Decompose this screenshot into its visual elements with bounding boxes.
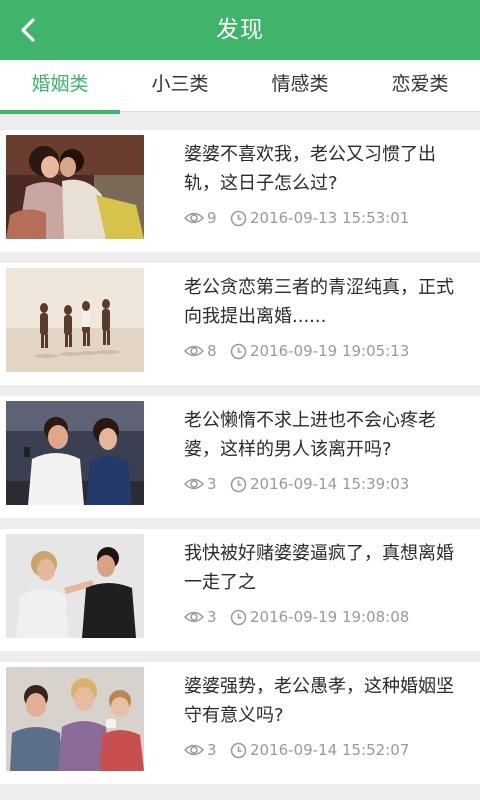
view-count-value: 8	[207, 342, 217, 360]
eye-icon	[184, 611, 204, 623]
article-title: 老公懒惰不求上进也不会心疼老婆，这样的男人该离开吗?	[184, 410, 436, 460]
article-title: 婆婆强势，老公愚孝，这种婚姻坚守有意义吗?	[184, 676, 454, 726]
publish-time-value: 2016-09-13 15:53:01	[250, 209, 410, 227]
publish-time-value: 2016-09-19 19:05:13	[250, 342, 410, 360]
clock-icon	[230, 476, 247, 492]
eye-icon	[184, 478, 204, 490]
clock-icon	[230, 742, 247, 758]
article-card[interactable]: 婆婆强势，老公愚孝，这种婚姻坚守有意义吗? 3 2016-09-14 15:52…	[0, 662, 480, 784]
view-count: 3	[184, 741, 230, 759]
category-tabs: 婚姻类 小三类 情感类 恋爱类	[0, 60, 480, 114]
article-title: 婆婆不喜欢我，老公又习惯了出轨，这日子怎么过?	[184, 144, 436, 194]
couple-kissing-photo	[6, 135, 144, 239]
publish-time: 2016-09-14 15:52:07	[230, 741, 409, 759]
view-count: 3	[184, 475, 230, 493]
publish-time-value: 2016-09-14 15:39:03	[250, 475, 410, 493]
tab-mistress[interactable]: 小三类	[120, 60, 240, 111]
view-count-value: 3	[207, 741, 217, 759]
view-count-value: 3	[207, 475, 217, 493]
publish-time: 2016-09-14 15:39:03	[230, 475, 409, 493]
tab-marriage[interactable]: 婚姻类	[0, 60, 120, 114]
page-title: 发现	[216, 17, 264, 43]
view-count-value: 9	[207, 209, 217, 227]
view-count: 3	[184, 608, 230, 626]
couple-on-phone-photo	[6, 401, 144, 505]
beach-people-photo	[6, 268, 144, 372]
article-meta: 3 2016-09-14 15:52:07	[184, 739, 409, 761]
view-count: 8	[184, 342, 230, 360]
article-meta: 3 2016-09-19 19:08:08	[184, 606, 409, 628]
article-card[interactable]: 老公贪恋第三者的青涩纯真，正式向我提出离婚...... 8 2016-09-19…	[0, 263, 480, 385]
family-group-photo	[6, 667, 144, 771]
article-card[interactable]: 我快被好赌婆婆逼疯了，真想离婚一走了之 3 2016-09-19 19:08:0…	[0, 529, 480, 651]
tab-emotion[interactable]: 情感类	[240, 60, 360, 111]
top-bar: 发现	[0, 0, 480, 60]
eye-icon	[184, 744, 204, 756]
eye-icon	[184, 345, 204, 357]
article-meta: 9 2016-09-13 15:53:01	[184, 207, 409, 229]
eye-icon	[184, 212, 204, 224]
view-count-value: 3	[207, 608, 217, 626]
clock-icon	[230, 343, 247, 359]
article-card[interactable]: 婆婆不喜欢我，老公又习惯了出轨，这日子怎么过? 9 2016-09-13 15:…	[0, 130, 480, 252]
arguing-couple-photo	[6, 534, 144, 638]
publish-time: 2016-09-13 15:53:01	[230, 209, 409, 227]
article-list: 婆婆不喜欢我，老公又习惯了出轨，这日子怎么过? 9 2016-09-13 15:…	[0, 120, 480, 784]
article-meta: 8 2016-09-19 19:05:13	[184, 340, 409, 362]
clock-icon	[230, 609, 247, 625]
publish-time-value: 2016-09-14 15:52:07	[250, 741, 410, 759]
article-meta: 3 2016-09-14 15:39:03	[184, 473, 409, 495]
tab-romance[interactable]: 恋爱类	[360, 60, 480, 111]
clock-icon	[230, 210, 247, 226]
publish-time-value: 2016-09-19 19:08:08	[250, 608, 410, 626]
publish-time: 2016-09-19 19:08:08	[230, 608, 409, 626]
article-title: 我快被好赌婆婆逼疯了，真想离婚一走了之	[184, 543, 454, 593]
view-count: 9	[184, 209, 230, 227]
article-card[interactable]: 老公懒惰不求上进也不会心疼老婆，这样的男人该离开吗? 3 2016-09-14 …	[0, 396, 480, 518]
article-title: 老公贪恋第三者的青涩纯真，正式向我提出离婚......	[184, 277, 454, 327]
publish-time: 2016-09-19 19:05:13	[230, 342, 409, 360]
